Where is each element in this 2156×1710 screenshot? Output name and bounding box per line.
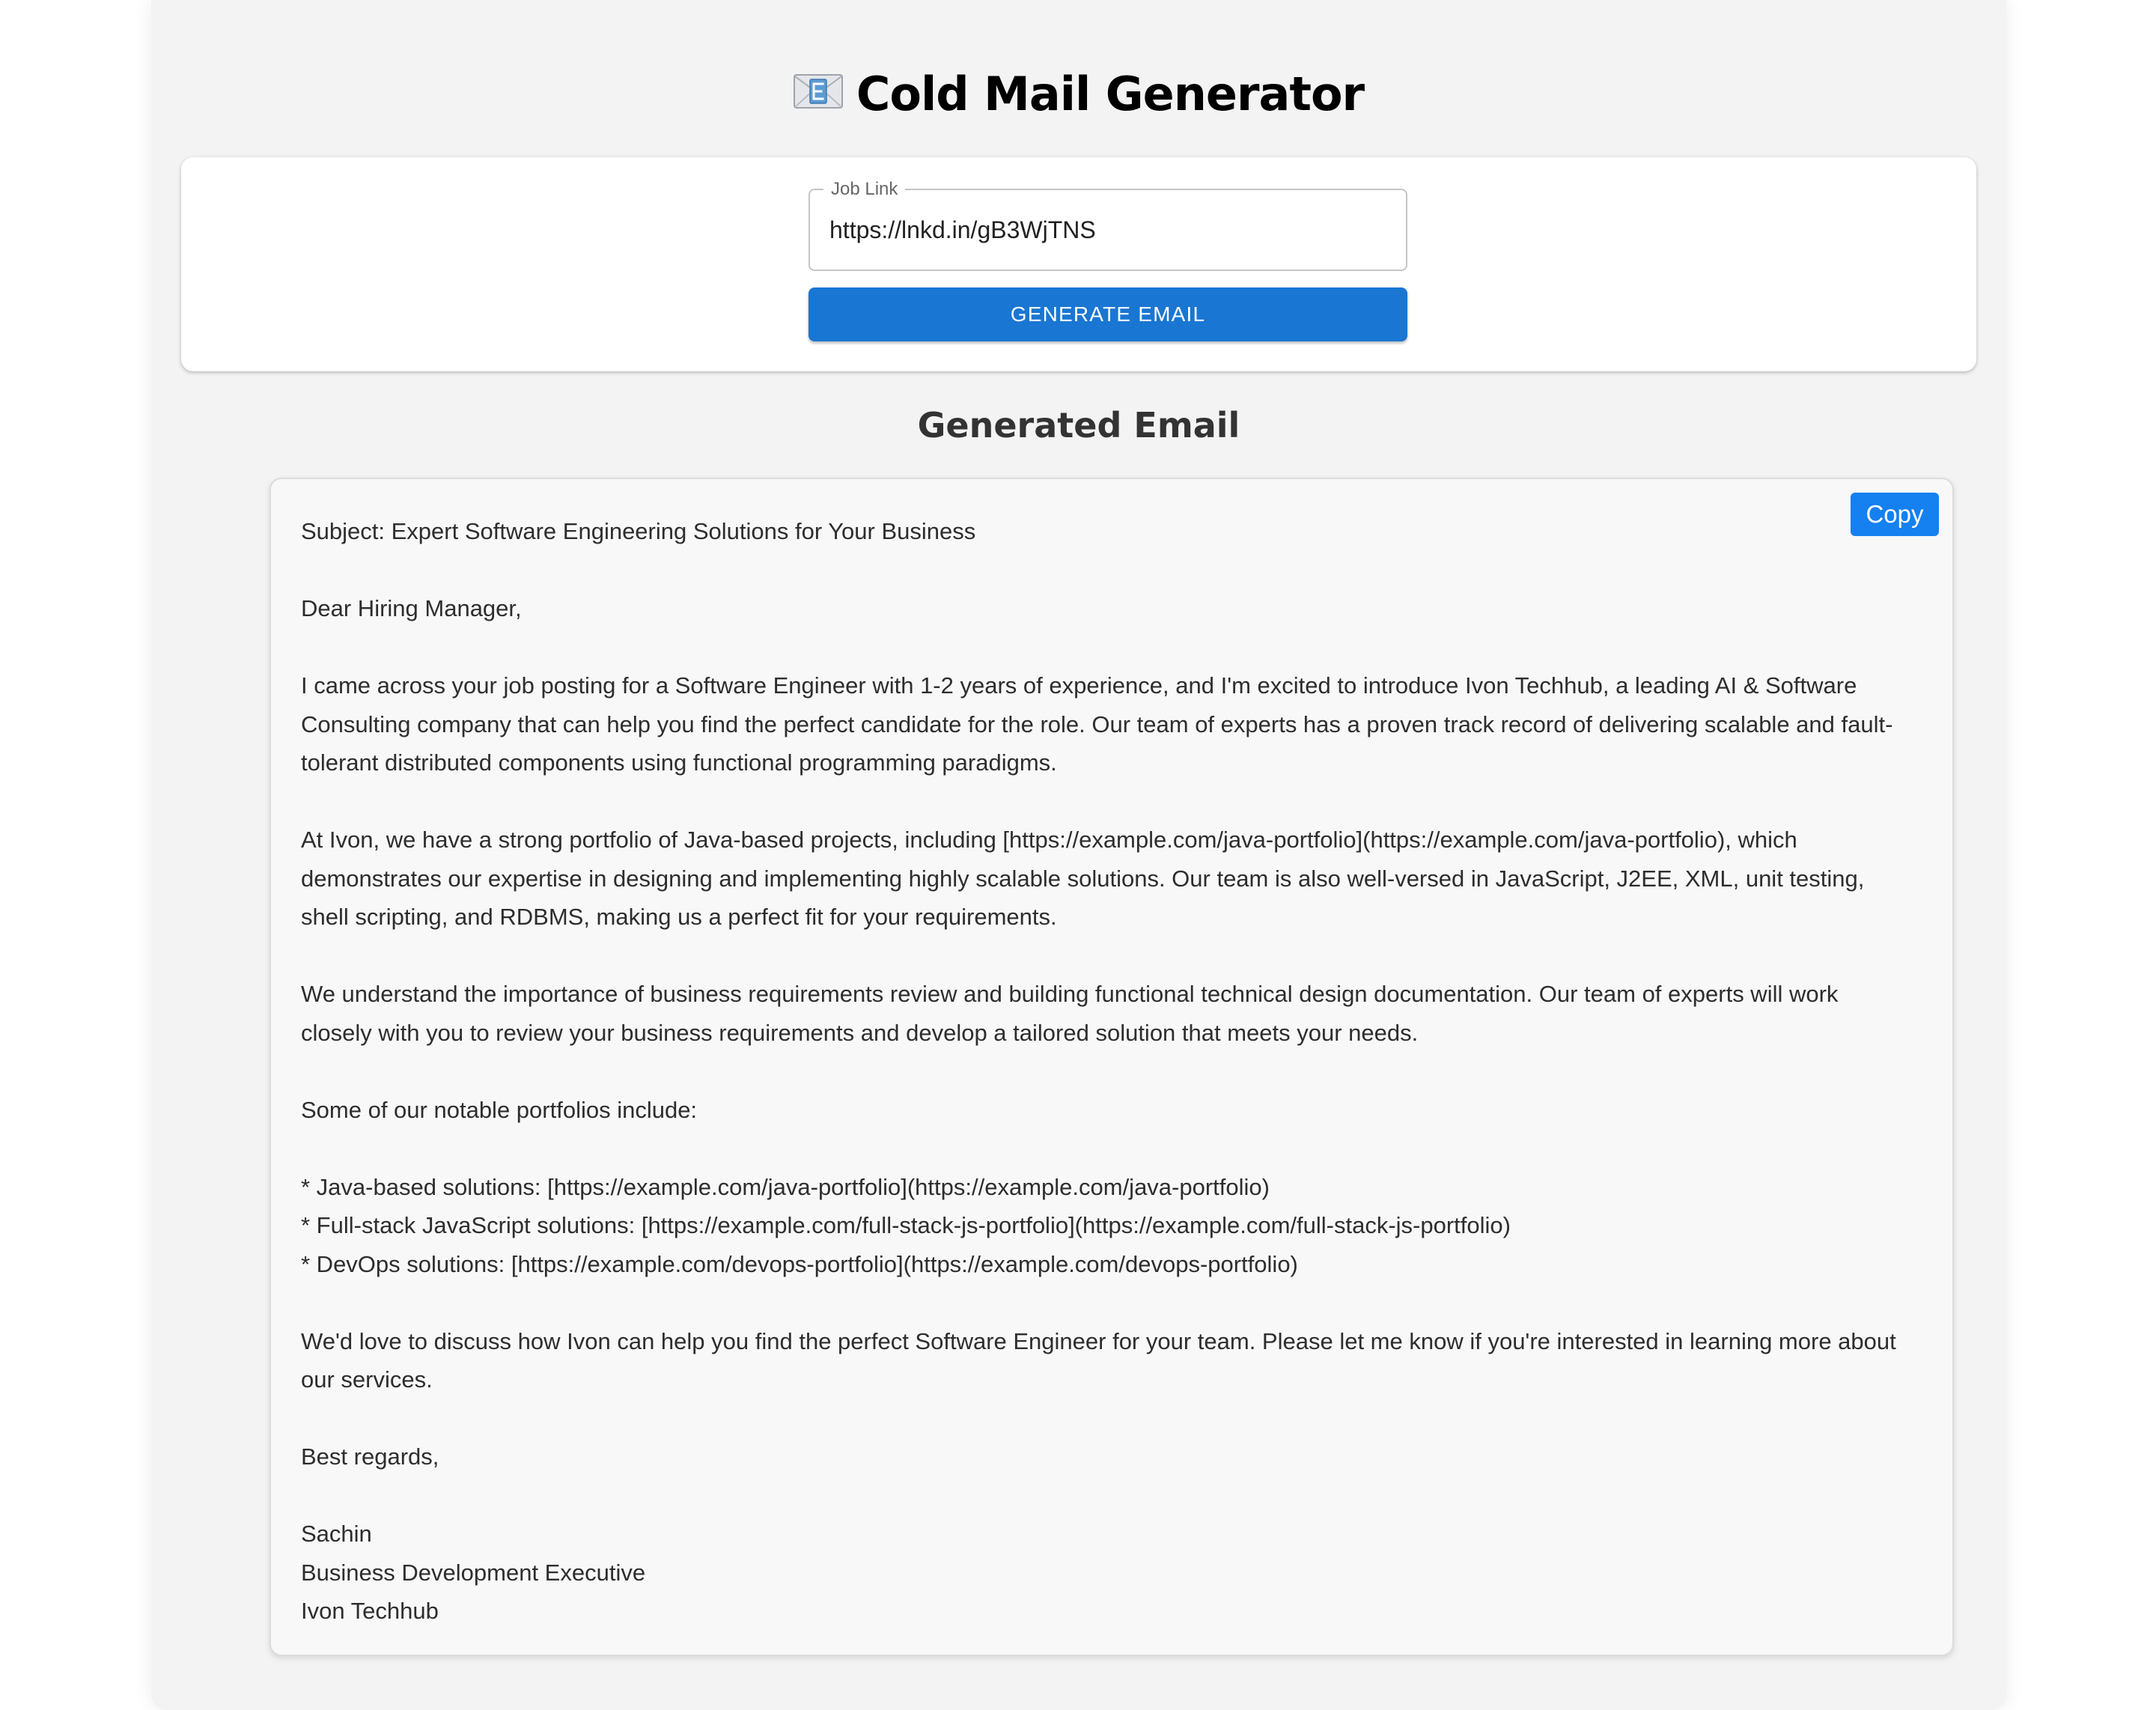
signature-name: Sachin: [301, 1521, 372, 1547]
generate-email-button[interactable]: GENERATE EMAIL: [808, 287, 1407, 341]
job-link-label: Job Link: [823, 179, 906, 200]
signature-position: Business Development Executive: [301, 1559, 646, 1586]
email-paragraph-1: I came across your job posting for a Sof…: [301, 672, 1893, 776]
job-link-input[interactable]: [829, 213, 1383, 247]
page-title-text: Cold Mail Generator: [856, 67, 1365, 121]
envelope-icon: [793, 57, 843, 129]
email-body: Subject: Expert Software Engineering Sol…: [301, 512, 1910, 1631]
portfolio-intro: Some of our notable portfolios include:: [301, 1096, 698, 1123]
email-closing-paragraph: We'd love to discuss how Ivon can help y…: [301, 1327, 1896, 1393]
job-link-form: Job Link GENERATE EMAIL: [181, 157, 1976, 371]
app-container: Cold Mail Generator Job Link GENERATE EM…: [151, 0, 2006, 1710]
email-sign-off: Best regards,: [301, 1443, 439, 1470]
generated-email-heading: Generated Email: [917, 405, 1240, 445]
job-link-field: Job Link: [808, 179, 1407, 271]
page-title: Cold Mail Generator: [151, 58, 2006, 133]
generated-email-card: Copy Subject: Expert Software Engineerin…: [270, 478, 1954, 1656]
email-signature: Sachin Business Development Executive Iv…: [301, 1515, 1910, 1631]
signature-company: Ivon Techhub: [301, 1598, 439, 1624]
portfolio-item: * Java-based solutions: [https://example…: [301, 1173, 1270, 1200]
email-subject: Subject: Expert Software Engineering Sol…: [301, 518, 976, 544]
email-paragraph-2: At Ivon, we have a strong portfolio of J…: [301, 827, 1865, 930]
portfolio-item: * Full-stack JavaScript solutions: [http…: [301, 1212, 1511, 1238]
email-greeting: Dear Hiring Manager,: [301, 595, 522, 621]
portfolio-item: * DevOps solutions: [https://example.com…: [301, 1250, 1298, 1277]
portfolio-list: * Java-based solutions: [https://example…: [301, 1168, 1910, 1284]
email-paragraph-3: We understand the importance of business…: [301, 981, 1839, 1046]
